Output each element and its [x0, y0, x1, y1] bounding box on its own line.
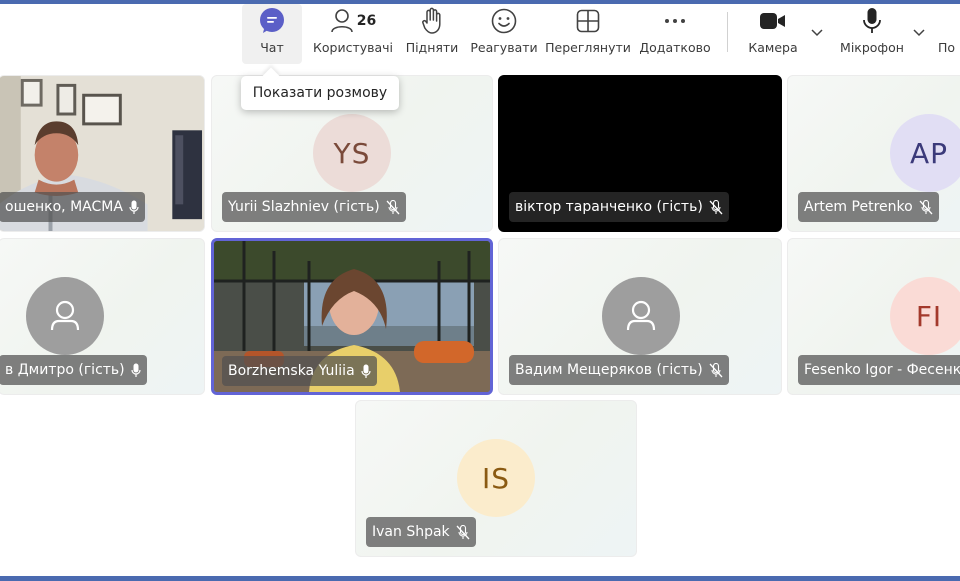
participant-name-tag: Вадим Мещеряков (гість): [509, 355, 729, 385]
participant-name: Вадим Мещеряков (гість): [515, 362, 703, 378]
camera-label: Камера: [748, 40, 798, 55]
avatar: FI: [890, 277, 960, 355]
more-button[interactable]: Додатково: [638, 4, 712, 64]
participant-name: в Дмитро (гість): [5, 362, 125, 378]
participant-name: Artem Petrenko: [804, 199, 913, 215]
share-icon: [938, 4, 960, 38]
avatar-initials: IS: [481, 461, 511, 495]
view-label: Переглянути: [545, 40, 631, 55]
participant-name: ошенко, MACMA: [5, 199, 123, 215]
microphone-icon: [861, 4, 883, 38]
chat-tooltip: Показати розмову: [241, 76, 399, 110]
window-bottom-border: [0, 576, 960, 581]
more-icon: [663, 4, 687, 38]
raise-hand-icon: [420, 4, 444, 38]
chat-icon: [258, 4, 286, 38]
microphone-muted-icon: [709, 199, 723, 215]
person-icon: [602, 277, 680, 355]
microphone-button[interactable]: Мікрофон: [836, 4, 908, 64]
participant-tile-speaking[interactable]: Borzhemska Yuliia: [211, 238, 493, 395]
people-icon-wrap: 26: [330, 4, 376, 38]
camera-options-chevron-down-icon[interactable]: [810, 22, 824, 41]
participant-name: Fesenko Igor - Фесенк: [804, 362, 960, 378]
participant-name: Yurii Slazhniev (гість): [228, 199, 380, 215]
participant-name: Borzhemska Yuliia: [228, 363, 355, 379]
participant-name-tag: Yurii Slazhniev (гість): [222, 192, 406, 222]
participant-name-tag: Artem Petrenko: [798, 192, 939, 222]
participant-tile-fi[interactable]: FI Fesenko Igor - Фесенк: [787, 238, 960, 395]
avatar: IS: [457, 439, 535, 517]
participant-name-tag: Borzhemska Yuliia: [222, 356, 377, 386]
participant-name-tag: віктор таранченко (гість): [509, 192, 729, 222]
people-label: Користувачі: [312, 40, 394, 55]
microphone-icon: [131, 363, 141, 378]
participant-name-tag: Fesenko Igor - Фесенк: [798, 355, 960, 385]
share-label: По: [938, 40, 956, 55]
microphone-icon: [361, 364, 371, 379]
people-button[interactable]: 26 Користувачі: [312, 4, 394, 64]
person-icon: [26, 277, 104, 355]
microphone-muted-icon: [919, 199, 933, 215]
avatar-initials: FI: [915, 299, 943, 333]
grid-view-icon: [576, 4, 600, 38]
participant-tile-video-1[interactable]: ошенко, MACMA: [0, 75, 205, 232]
people-icon: [330, 9, 353, 33]
toolbar-divider: [727, 12, 728, 52]
participant-tile-generic-2[interactable]: Вадим Мещеряков (гість): [498, 238, 782, 395]
participant-tile-is[interactable]: IS Ivan Shpak: [355, 400, 637, 557]
view-button[interactable]: Переглянути: [545, 4, 631, 64]
avatar-initials: YS: [333, 136, 371, 170]
participant-tile-ap[interactable]: AP Artem Petrenko: [787, 75, 960, 232]
participant-tile-generic-1[interactable]: в Дмитро (гість): [0, 238, 205, 395]
microphone-label: Мікрофон: [840, 40, 904, 55]
microphone-muted-icon: [386, 199, 400, 215]
microphone-muted-icon: [709, 362, 723, 378]
camera-button[interactable]: Камера: [744, 4, 802, 64]
smile-icon: [491, 4, 517, 38]
raise-hand-button[interactable]: Підняти: [404, 4, 460, 64]
camera-icon: [759, 4, 787, 38]
microphone-options-chevron-down-icon[interactable]: [912, 22, 926, 41]
participant-count: 26: [356, 13, 377, 29]
participant-name-tag: Ivan Shpak: [366, 517, 476, 547]
participant-tile-camera-off[interactable]: віктор таранченко (гість): [498, 75, 782, 232]
share-button[interactable]: По: [938, 4, 960, 64]
avatar: AP: [890, 114, 960, 192]
meeting-toolbar: Чат 26 Користувачі Підняти Реагувати Пер…: [0, 4, 960, 68]
more-label: Додатково: [639, 40, 711, 55]
participant-name-tag: ошенко, MACMA: [0, 192, 145, 222]
avatar-initials: AP: [909, 136, 949, 170]
react-label: Реагувати: [470, 40, 538, 55]
chat-label: Чат: [260, 40, 284, 55]
react-button[interactable]: Реагувати: [470, 4, 538, 64]
participant-name-tag: в Дмитро (гість): [0, 355, 147, 385]
raise-hand-label: Підняти: [405, 40, 459, 55]
participant-name: Ivan Shpak: [372, 524, 450, 540]
avatar: YS: [313, 114, 391, 192]
microphone-icon: [129, 200, 139, 215]
microphone-muted-icon: [456, 524, 470, 540]
participant-name: віктор таранченко (гість): [515, 199, 703, 215]
chat-button[interactable]: Чат: [242, 4, 302, 64]
